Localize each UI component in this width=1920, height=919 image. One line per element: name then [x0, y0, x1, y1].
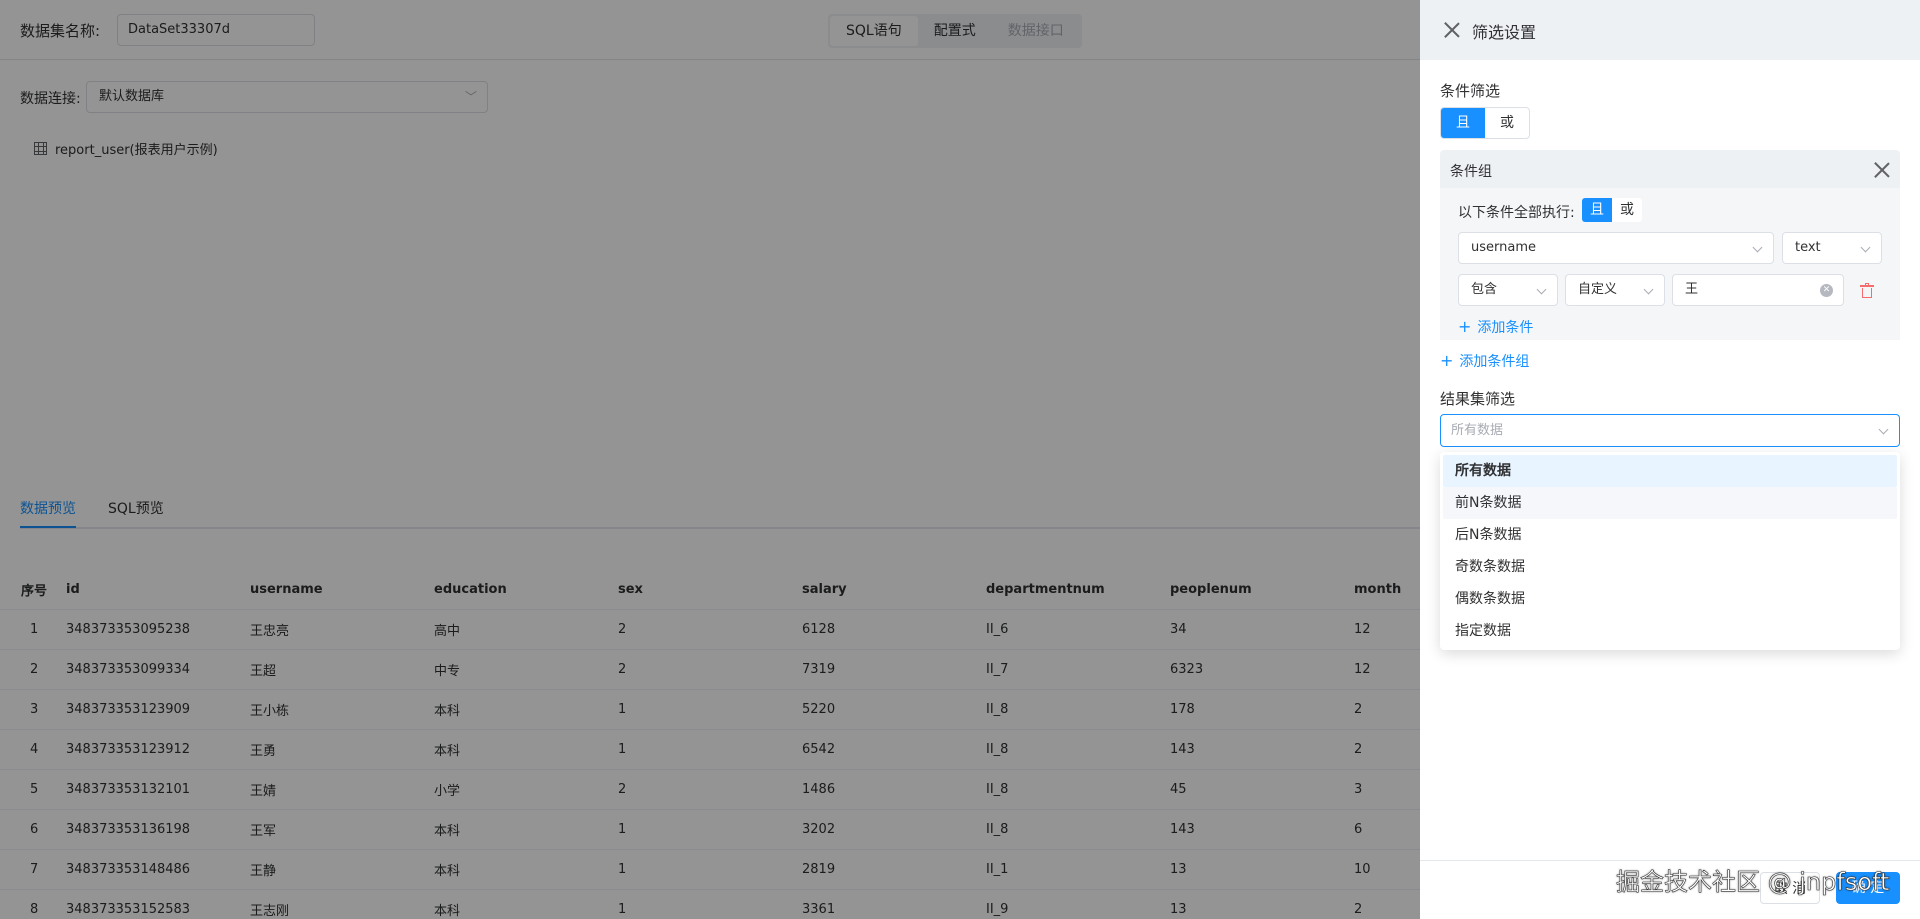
condition-group: 条件组 以下条件全部执行: 且 或 username text 包含 自定义 王…	[1440, 150, 1900, 340]
plus-icon: +	[1440, 351, 1454, 370]
drawer-title: 筛选设置	[1472, 23, 1537, 42]
exec-all-label: 以下条件全部执行:	[1458, 205, 1575, 221]
logic-toggle: 且 或	[1440, 107, 1530, 139]
condition-group-title: 条件组	[1450, 164, 1492, 180]
logic-and-option[interactable]: 且	[1441, 108, 1485, 138]
condition-value-input[interactable]: 王 ✕	[1672, 274, 1844, 306]
dropdown-option-last-n[interactable]: 后N条数据	[1443, 519, 1897, 551]
result-filter-title: 结果集筛选	[1440, 390, 1516, 408]
result-filter-placeholder: 所有数据	[1451, 423, 1504, 438]
chevron-down-icon	[1643, 284, 1654, 295]
filter-settings-drawer: 筛选设置 条件筛选 且 或 条件组 以下条件全部执行: 且 或 username…	[1420, 0, 1920, 919]
clear-icon[interactable]: ✕	[1820, 284, 1833, 297]
result-filter-select[interactable]: 所有数据	[1440, 414, 1900, 447]
dropdown-option-odd[interactable]: 奇数条数据	[1443, 551, 1897, 583]
dropdown-option-first-n[interactable]: 前N条数据	[1443, 487, 1897, 519]
group-logic-or-option[interactable]: 或	[1612, 198, 1642, 222]
field-select-value: username	[1471, 240, 1536, 255]
field-select[interactable]: username	[1458, 232, 1774, 264]
dropdown-option-specified[interactable]: 指定数据	[1443, 615, 1897, 647]
group-logic-and-option[interactable]: 且	[1582, 198, 1612, 222]
dropdown-option-even[interactable]: 偶数条数据	[1443, 583, 1897, 615]
value-mode-value: 自定义	[1578, 282, 1618, 297]
drawer-header: 筛选设置	[1420, 0, 1920, 60]
drawer-overlay-mask[interactable]	[0, 0, 1420, 919]
remove-group-close-icon[interactable]	[1874, 162, 1890, 178]
chevron-down-icon	[1878, 424, 1889, 435]
delete-condition-trash-icon[interactable]	[1860, 283, 1874, 298]
result-filter-dropdown: 所有数据 前N条数据 后N条数据 奇数条数据 偶数条数据 指定数据	[1440, 452, 1900, 650]
field-type-value: text	[1795, 240, 1821, 255]
chevron-down-icon	[1536, 284, 1547, 295]
field-type-select[interactable]: text	[1782, 232, 1882, 264]
plus-icon: +	[1458, 317, 1472, 336]
add-condition-group-button[interactable]: + 添加条件组	[1440, 351, 1529, 371]
group-logic-toggle: 且 或	[1582, 198, 1642, 222]
condition-filter-title: 条件筛选	[1440, 82, 1501, 100]
logic-or-option[interactable]: 或	[1485, 108, 1529, 138]
drawer-footer-divider	[1420, 860, 1920, 861]
close-icon[interactable]	[1444, 22, 1460, 38]
watermark-text: 掘金技术社区 @ jnpfsoft	[1616, 868, 1890, 897]
dropdown-option-all[interactable]: 所有数据	[1443, 455, 1897, 487]
add-condition-button[interactable]: + 添加条件	[1458, 317, 1533, 337]
add-group-label: 添加条件组	[1459, 354, 1530, 370]
add-condition-label: 添加条件	[1477, 320, 1534, 336]
operator-value: 包含	[1471, 282, 1498, 297]
chevron-down-icon	[1860, 242, 1871, 253]
chevron-down-icon	[1752, 242, 1763, 253]
operator-select[interactable]: 包含	[1458, 274, 1558, 306]
value-mode-select[interactable]: 自定义	[1565, 274, 1665, 306]
condition-value-text: 王	[1685, 282, 1699, 297]
condition-group-body: 以下条件全部执行: 且 或 username text 包含 自定义 王 ✕ +…	[1440, 188, 1900, 340]
